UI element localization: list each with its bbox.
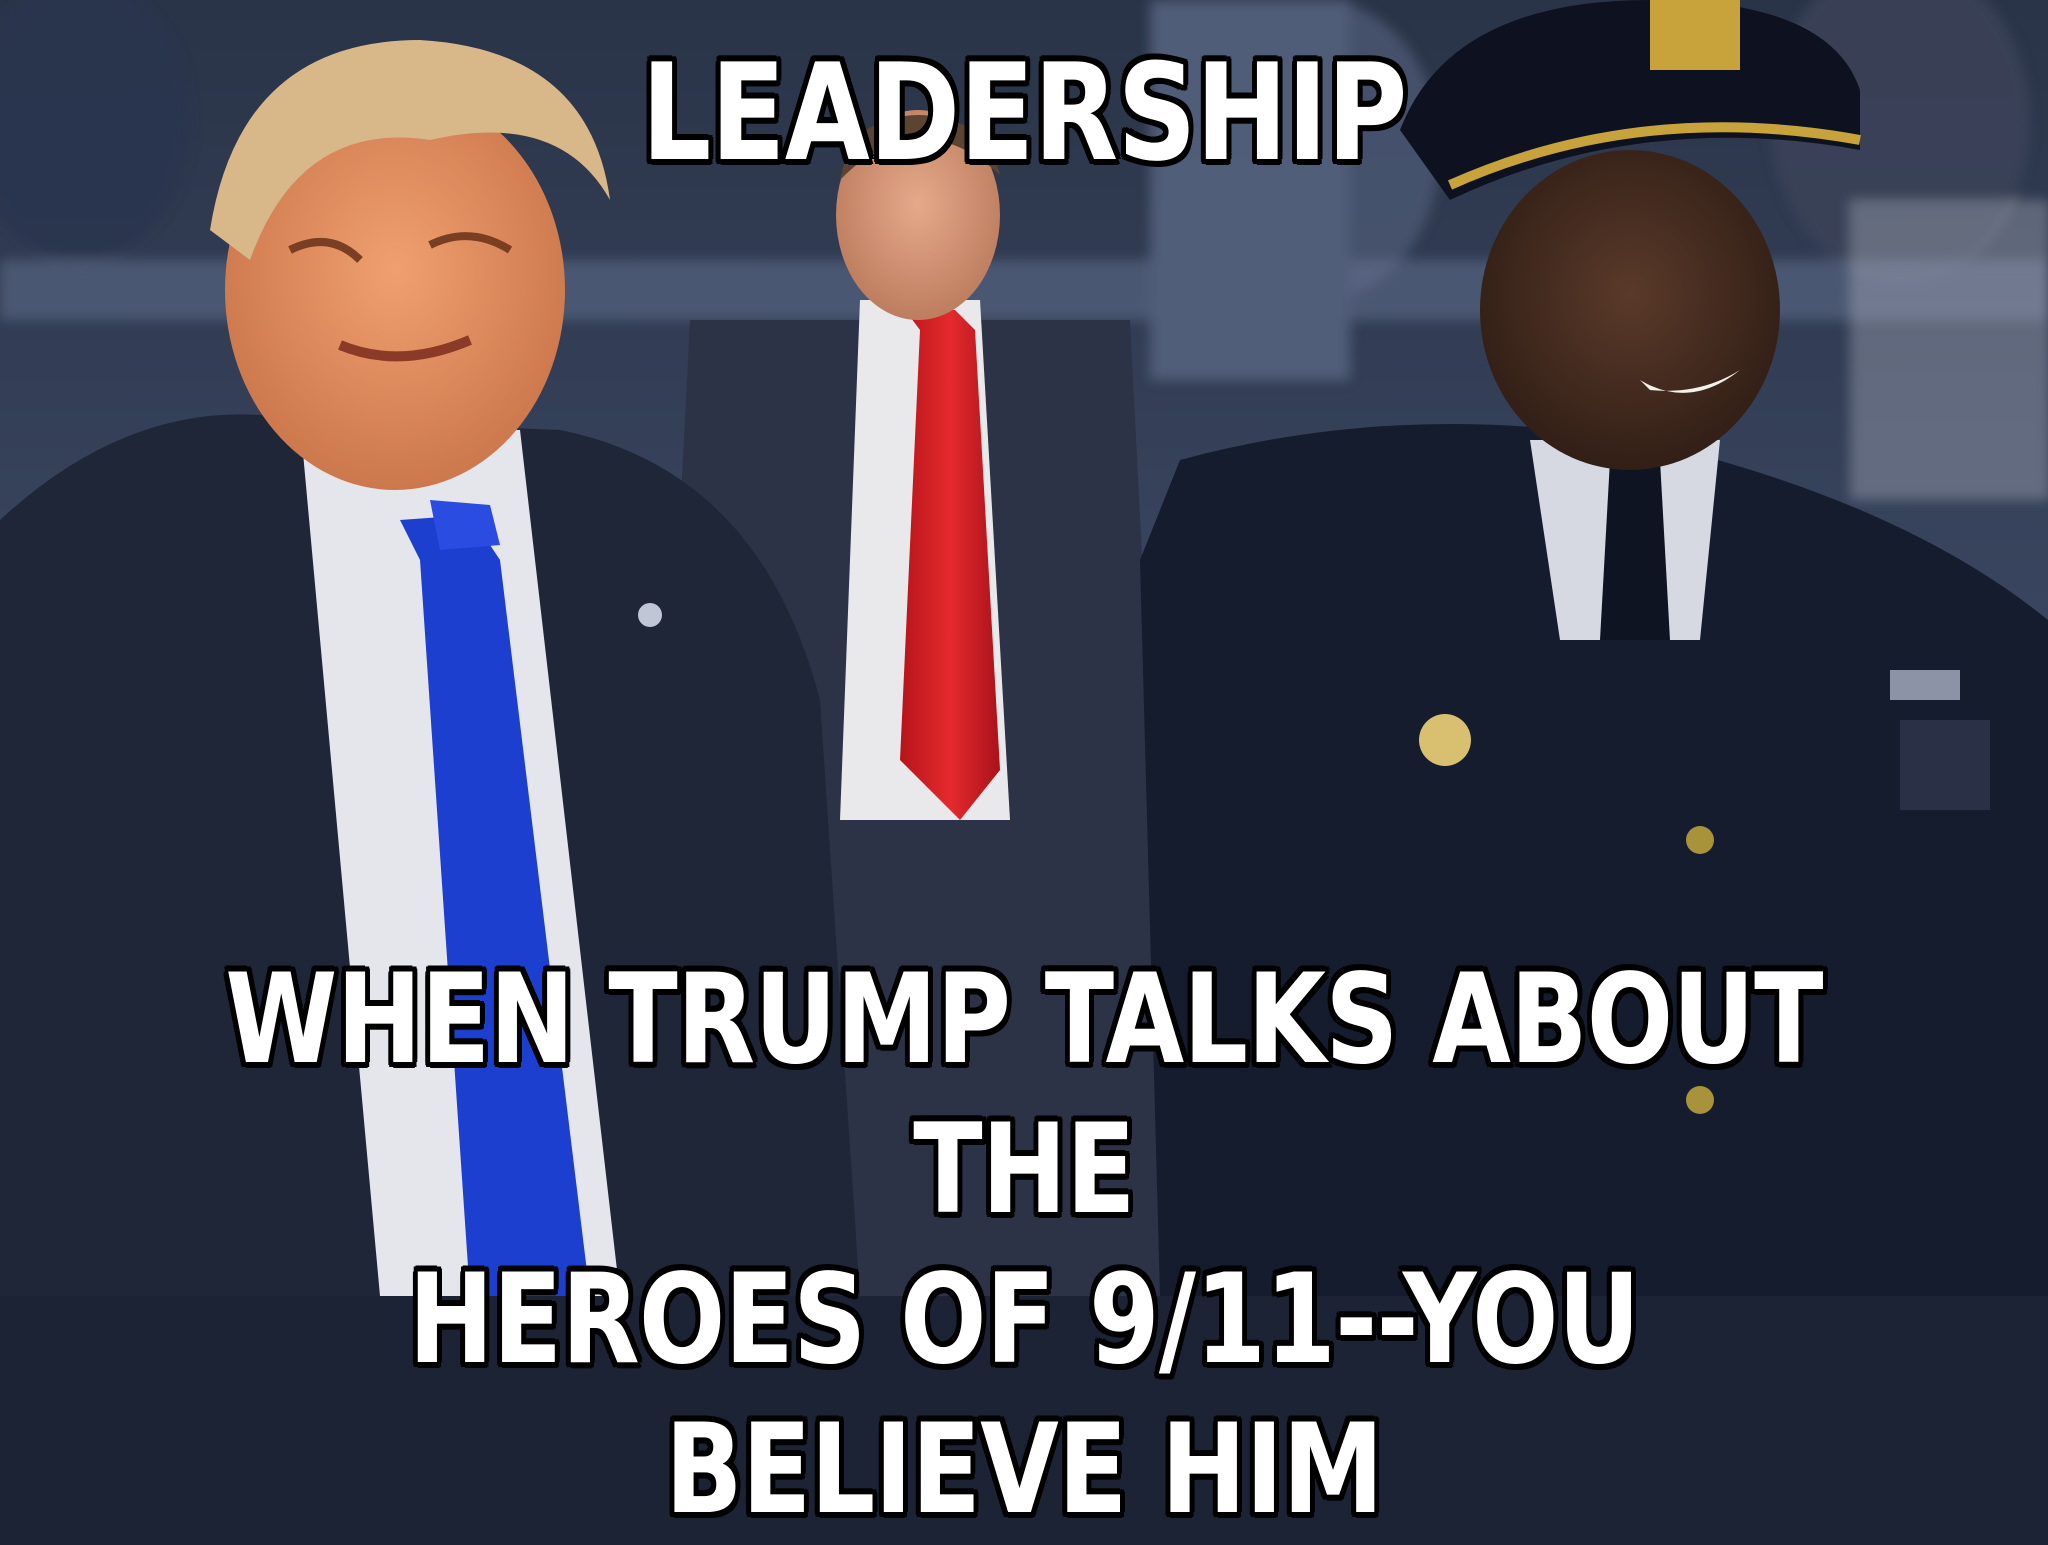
meme-bottom-caption: WHEN TRUMP TALKS ABOUT THE HEROES OF 9/1… xyxy=(184,945,1863,1545)
meme-bottom-caption-line-2: HEROES OF 9/11--YOU BELIEVE HIM xyxy=(408,1248,1641,1542)
meme-top-caption: LEADERSHIP xyxy=(641,35,1407,191)
meme-bottom-caption-line-1: WHEN TRUMP TALKS ABOUT THE xyxy=(225,948,1823,1242)
